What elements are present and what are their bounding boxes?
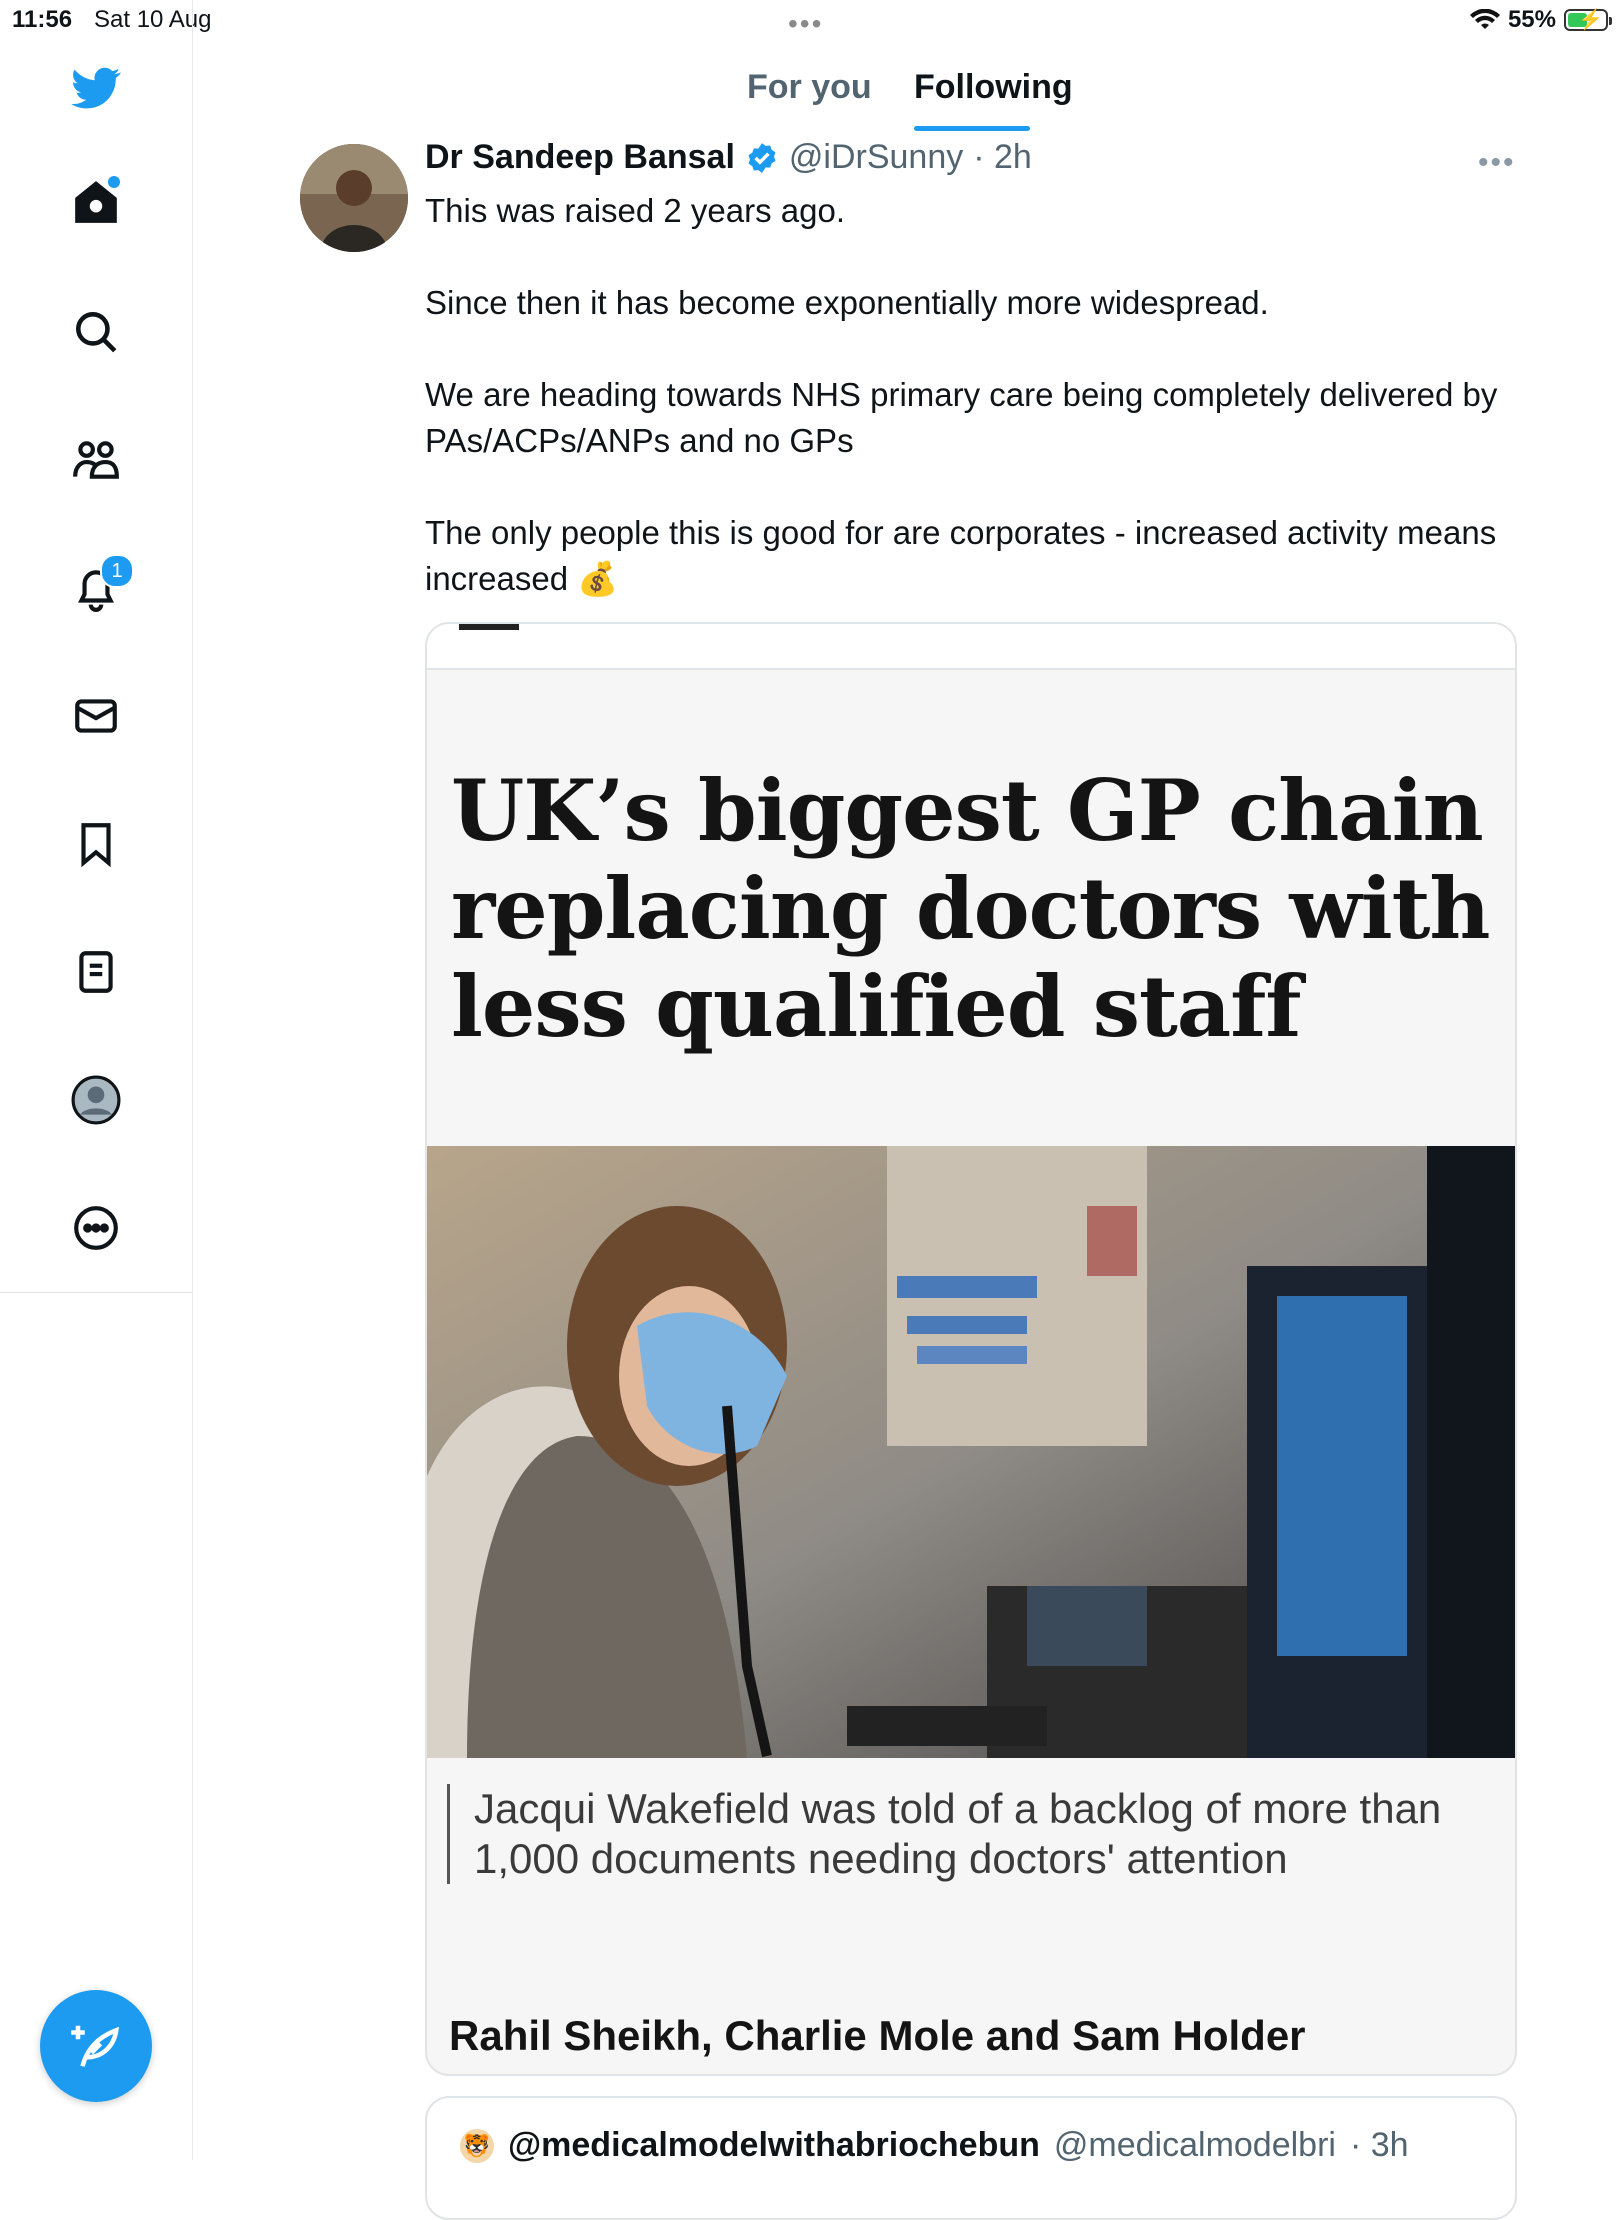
home-unread-dot xyxy=(108,176,120,188)
search-icon xyxy=(76,312,117,353)
battery-icon: ⚡ xyxy=(1564,9,1612,31)
tab-for-you[interactable]: For you xyxy=(747,68,872,107)
sidebar-item-profile[interactable] xyxy=(60,1064,132,1136)
article-byline: Rahil Sheikh, Charlie Mole and Sam Holde… xyxy=(449,2012,1306,2059)
tweet-more-icon[interactable]: ••• xyxy=(1478,146,1516,180)
compose-button[interactable] xyxy=(40,1990,152,2102)
sidebar-item-explore[interactable] xyxy=(60,296,132,368)
notifications-badge: 1 xyxy=(100,554,134,588)
tweet-media-card[interactable]: UK’s biggest GP chain replacing doctors … xyxy=(425,622,1517,2076)
twitter-logo[interactable] xyxy=(60,52,132,124)
card-top-strip xyxy=(427,624,1515,670)
next-tweet-name[interactable]: @medicalmodelwithabriochebun xyxy=(508,2126,1040,2165)
avatar-icon xyxy=(71,1075,121,1125)
timeline-tabs: For you Following xyxy=(192,56,1620,136)
status-right: 55% ⚡ xyxy=(1469,6,1612,34)
mail-icon xyxy=(75,699,117,733)
active-tab-indicator xyxy=(914,126,1030,131)
tweet-header: Dr Sandeep Bansal @iDrSunny · 2h xyxy=(425,138,1032,177)
sidebar-item-bookmarks[interactable] xyxy=(60,808,132,880)
tweet-text: This was raised 2 years ago. Since then … xyxy=(425,188,1515,602)
sidebar-item-messages[interactable] xyxy=(60,680,132,752)
battery-percent: 55% xyxy=(1507,6,1556,33)
author-name[interactable]: Dr Sandeep Bansal xyxy=(425,138,735,177)
sidebar-item-communities[interactable] xyxy=(60,424,132,496)
tweet-paragraph: This was raised 2 years ago. xyxy=(425,192,846,229)
sidebar-item-lists[interactable] xyxy=(60,936,132,1008)
compose-icon xyxy=(71,2025,120,2067)
sidebar-item-home[interactable] xyxy=(60,166,132,238)
next-tweet-avatar[interactable]: 🐯 xyxy=(460,2128,494,2163)
next-tweet-time[interactable]: · 3h xyxy=(1350,2126,1409,2165)
verified-badge-icon xyxy=(748,142,776,173)
sidebar-item-notifications[interactable]: 1 xyxy=(60,552,134,624)
sidebar: 1 xyxy=(0,0,193,2160)
photo-caption: Jacqui Wakefield was told of a backlog o… xyxy=(447,1784,1514,1884)
tweet-time[interactable]: · 2h xyxy=(973,138,1032,177)
article-headline: UK’s biggest GP chain replacing doctors … xyxy=(451,761,1491,1056)
more-circle-icon xyxy=(74,1206,118,1250)
tab-following[interactable]: Following xyxy=(914,68,1073,107)
list-icon xyxy=(79,951,113,993)
people-icon xyxy=(73,441,119,479)
author-handle[interactable]: @iDrSunny xyxy=(789,138,963,177)
sidebar-divider xyxy=(0,1292,192,1293)
next-tweet-header: 🐯 @medicalmodelwithabriochebun @medicalm… xyxy=(460,2126,1409,2165)
status-bar: 11:56 Sat 10 Aug ••• 55% ⚡ xyxy=(0,0,1620,40)
sidebar-item-more[interactable] xyxy=(60,1192,132,1264)
author-avatar[interactable] xyxy=(300,144,408,252)
tweet-paragraph: We are heading towards NHS primary care … xyxy=(425,376,1498,459)
tweet-paragraph: The only people this is good for are cor… xyxy=(425,514,1497,597)
bird-icon xyxy=(71,67,121,109)
wifi-icon xyxy=(1469,9,1500,29)
multitasking-dots-icon[interactable]: ••• xyxy=(788,10,823,38)
next-tweet-handle[interactable]: @medicalmodelbri xyxy=(1054,2126,1336,2165)
article-photo xyxy=(427,1146,1515,1758)
bookmark-icon xyxy=(81,823,111,868)
tweet-paragraph: Since then it has become exponentially m… xyxy=(425,284,1269,321)
